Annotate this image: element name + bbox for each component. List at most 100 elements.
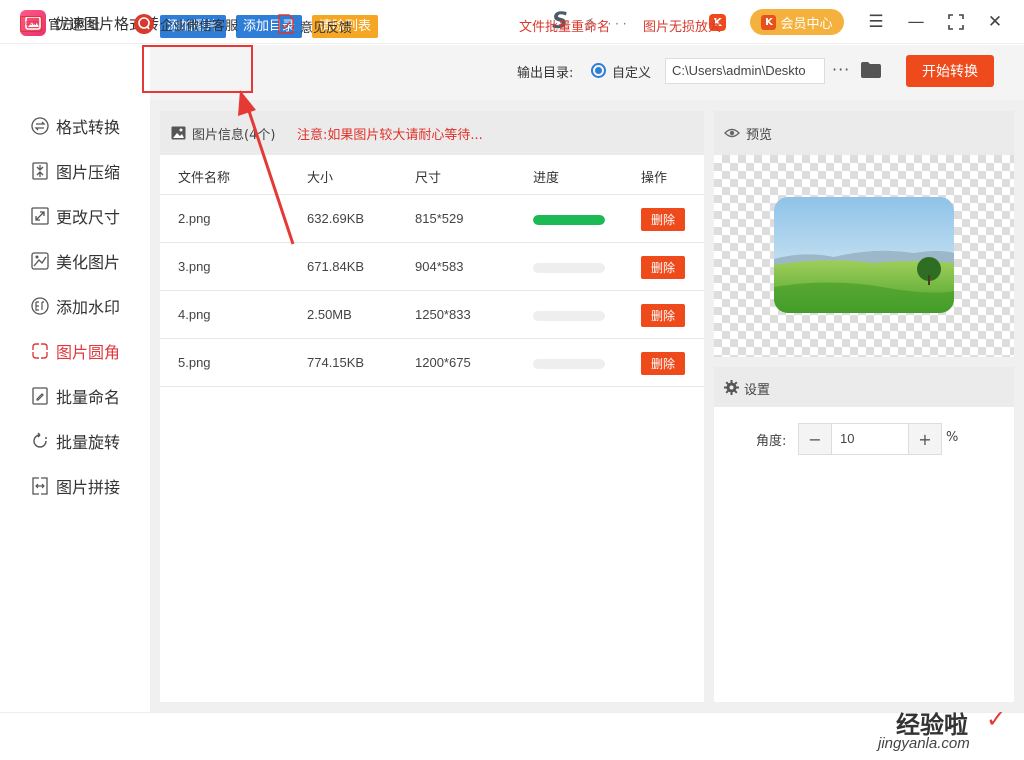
- footer: [0, 712, 1024, 760]
- file-size: 632.69KB: [307, 211, 365, 226]
- resize-icon: [30, 206, 50, 226]
- settings-panel: [714, 367, 1014, 702]
- file-list-header: 图片信息(4个) 注意:如果图片较大请耐心等待...: [160, 111, 704, 155]
- compress-icon: [30, 161, 50, 181]
- preview-header: 预览: [714, 111, 1014, 155]
- site-watermark: 经验啦 ✓ jingyanla.com: [876, 705, 1016, 757]
- percent-unit: %: [946, 430, 959, 445]
- progress-bar: [533, 311, 605, 321]
- file-dims: 904*583: [415, 259, 464, 274]
- minimize-icon[interactable]: —: [906, 12, 926, 32]
- format-convert-icon: [30, 116, 50, 136]
- custom-output-radio[interactable]: [591, 63, 606, 78]
- stitch-icon: [30, 476, 50, 496]
- website-icon: .com: [20, 15, 42, 32]
- watermark-icon: [30, 296, 50, 316]
- vip-center-button[interactable]: K 会员中心: [750, 9, 844, 35]
- watermark-url: jingyanla.com: [878, 735, 970, 752]
- file-name: 3.png: [178, 259, 211, 274]
- sidebar-item-label: 批量命名: [56, 388, 121, 407]
- batch-rename-link[interactable]: 文件批量重命名: [519, 16, 610, 35]
- settings-header: 设置: [714, 367, 1014, 407]
- website-label: 官方网址: [48, 18, 101, 33]
- settings-title: 设置: [744, 383, 771, 398]
- close-icon[interactable]: ✕: [985, 12, 1005, 32]
- output-dir-label: 输出目录:: [517, 66, 574, 81]
- official-website-link[interactable]: .com 官方网址: [20, 14, 100, 33]
- feedback-label: 意见反馈: [300, 20, 353, 36]
- sidebar-item-watermark[interactable]: 添加水印: [30, 294, 120, 318]
- rename-icon: [30, 386, 50, 406]
- feedback-link[interactable]: 意见反馈: [278, 14, 352, 38]
- delete-button[interactable]: 删除: [641, 352, 685, 375]
- sidebar-item-label: 更改尺寸: [56, 208, 121, 227]
- feedback-icon: [278, 14, 294, 38]
- file-dims: 815*529: [415, 211, 464, 226]
- beautify-icon: [30, 251, 50, 271]
- watermark-check: ✓: [986, 705, 1007, 733]
- round-corner-icon: [30, 341, 50, 361]
- angle-label: 角度:: [756, 434, 787, 449]
- preview-title: 预览: [746, 128, 773, 143]
- column-header-action: 操作: [641, 171, 668, 186]
- angle-input[interactable]: 10: [831, 424, 909, 454]
- rotate-icon: [30, 431, 50, 451]
- image-info-title: 图片信息(4个): [192, 128, 276, 143]
- vip-label: 会员中心: [780, 16, 833, 32]
- delete-button[interactable]: 删除: [641, 304, 685, 327]
- sidebar-item-format-convert[interactable]: 格式转换: [30, 114, 120, 138]
- file-dims: 1200*675: [415, 355, 471, 370]
- decrement-button[interactable]: −: [799, 424, 831, 454]
- preview-image: [774, 197, 954, 313]
- sidebar-item-beautify[interactable]: 美化图片: [30, 249, 120, 273]
- table-row[interactable]: 2.png 632.69KB 815*529 删除: [160, 195, 704, 243]
- table-row[interactable]: 4.png 2.50MB 1250*833 删除: [160, 291, 704, 339]
- highlight-annotation: [142, 45, 253, 93]
- eye-icon: [724, 128, 740, 138]
- sidebar-item-rotate[interactable]: 批量旋转: [30, 429, 120, 453]
- progress-bar: [533, 359, 605, 369]
- delete-button[interactable]: 删除: [641, 256, 685, 279]
- output-path-field[interactable]: C:\Users\admin\Deskto: [665, 58, 825, 84]
- column-header-dims: 尺寸: [415, 171, 442, 186]
- sidebar-item-stitch[interactable]: 图片拼接: [30, 474, 120, 498]
- file-name: 2.png: [178, 211, 211, 226]
- column-header-name: 文件名称: [178, 171, 231, 186]
- wechat-service-link[interactable]: 企业微信客服: [134, 14, 238, 34]
- warning-text: 注意:如果图片较大请耐心等待...: [297, 128, 483, 143]
- progress-bar: [533, 263, 605, 273]
- sidebar-item-label: 图片拼接: [56, 478, 121, 497]
- increment-button[interactable]: +: [909, 424, 941, 454]
- file-name: 4.png: [178, 307, 211, 322]
- sidebar-item-label: 批量旋转: [56, 433, 121, 452]
- sidebar-item-label: 美化图片: [56, 253, 121, 272]
- sidebar-item-round-corner[interactable]: 图片圆角: [30, 339, 120, 363]
- delete-button[interactable]: 删除: [641, 208, 685, 231]
- lossless-enlarge-link[interactable]: 图片无损放大: [643, 16, 721, 35]
- table-row[interactable]: 5.png 774.15KB 1200*675 删除: [160, 339, 704, 387]
- sidebar-item-label: 图片圆角: [56, 343, 121, 362]
- table-row[interactable]: 3.png 671.84KB 904*583 删除: [160, 243, 704, 291]
- wechat-icon: [134, 14, 154, 34]
- more-options-button[interactable]: ···: [832, 60, 850, 79]
- sidebar-item-compress[interactable]: 图片压缩: [30, 159, 120, 183]
- file-size: 2.50MB: [307, 307, 352, 322]
- sidebar-item-rename[interactable]: 批量命名: [30, 384, 120, 408]
- file-size: 774.15KB: [307, 355, 365, 370]
- sidebar-item-resize[interactable]: 更改尺寸: [30, 204, 120, 228]
- gear-icon: [724, 380, 739, 395]
- file-dims: 1250*833: [415, 307, 471, 322]
- toolbar: [150, 45, 1024, 100]
- folder-icon[interactable]: [860, 61, 882, 79]
- file-name: 5.png: [178, 355, 211, 370]
- progress-bar: [533, 215, 605, 225]
- start-convert-button[interactable]: 开始转换: [906, 55, 994, 87]
- menu-icon[interactable]: ☰: [866, 12, 886, 32]
- maximize-icon[interactable]: [946, 12, 966, 32]
- wechat-label: 企业微信客服: [160, 18, 239, 34]
- file-size: 671.84KB: [307, 259, 365, 274]
- column-header-size: 大小: [307, 171, 334, 186]
- sidebar-item-label: 图片压缩: [56, 163, 121, 182]
- custom-output-label[interactable]: 自定义: [612, 62, 651, 81]
- sidebar-item-label: 添加水印: [56, 298, 121, 317]
